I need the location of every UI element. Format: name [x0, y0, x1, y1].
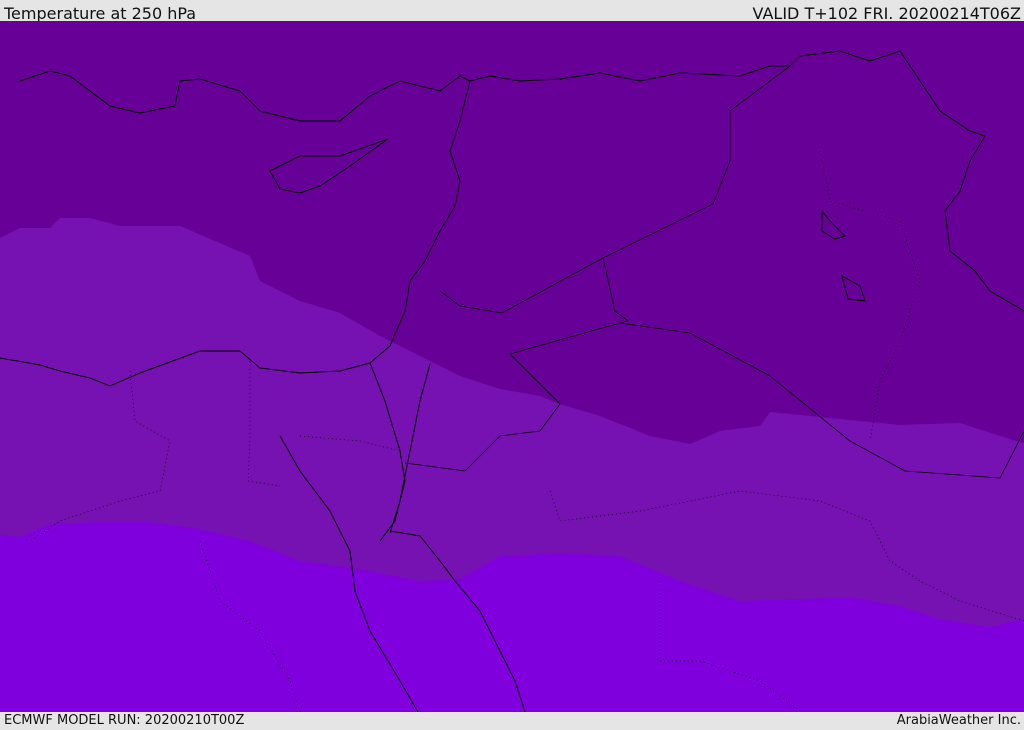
model-run: ECMWF MODEL RUN: 20200210T00Z — [4, 713, 245, 728]
header-bar: Temperature at 250 hPa VALID T+102 FRI. … — [0, 0, 1024, 23]
temperature-map — [0, 21, 1024, 712]
credit: ArabiaWeather Inc. — [896, 713, 1021, 728]
footer-bar: ECMWF MODEL RUN: 20200210T00Z ArabiaWeat… — [0, 712, 1024, 729]
